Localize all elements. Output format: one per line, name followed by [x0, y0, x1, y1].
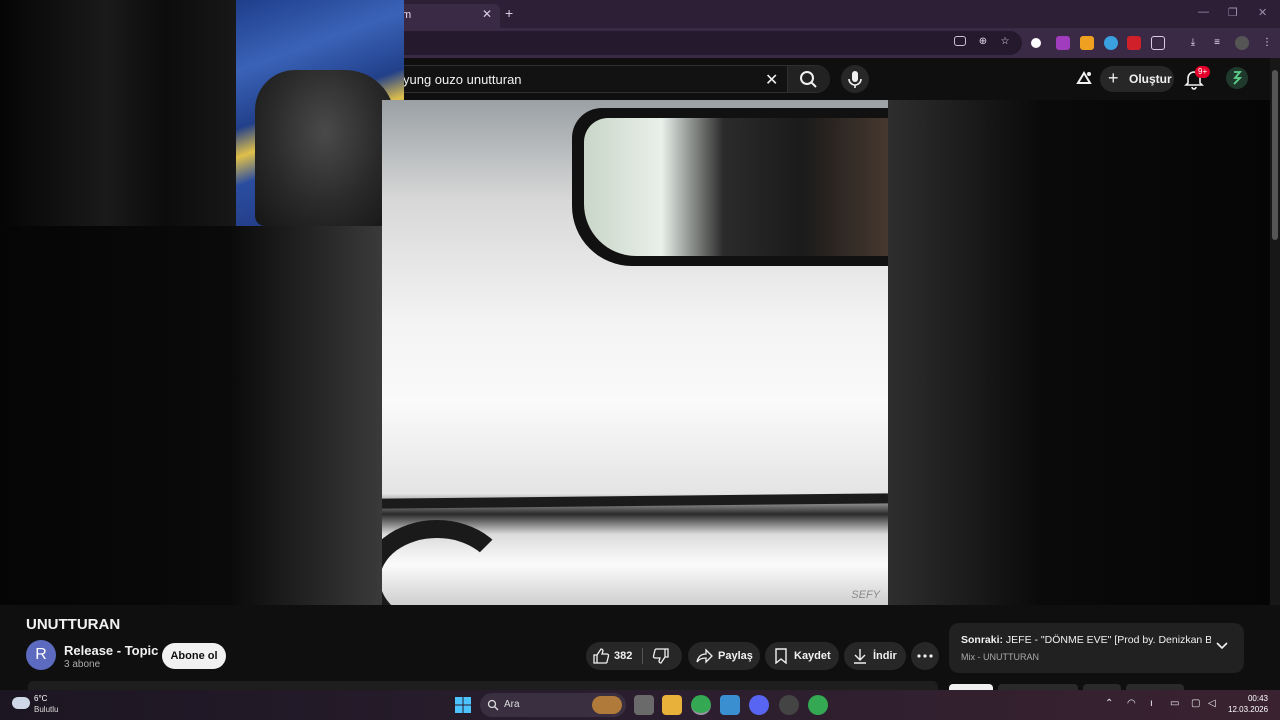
voice-search-button[interactable]: [841, 65, 869, 93]
like-icon[interactable]: [592, 648, 610, 664]
taskbar-search-label: Ara: [504, 699, 520, 710]
new-tab-icon[interactable]: +: [505, 5, 513, 21]
install-app-icon[interactable]: [954, 36, 966, 46]
restore-icon[interactable]: ❐: [1228, 6, 1238, 19]
download-button[interactable]: İndir: [844, 642, 906, 670]
taskbar-search-icon: [487, 699, 499, 711]
address-bar[interactable]: ⊕ ☆: [392, 31, 1022, 55]
windows-taskbar: 6°C Bulutlu Ara ⌃ ◠ ı ▭ ▢ ◁ 00:43 12.03.…: [0, 690, 1280, 720]
plus-icon: +: [1108, 68, 1119, 88]
weather-condition: Bulutlu: [34, 705, 59, 714]
up-next-card[interactable]: Sonraki: JEFE - "DÖNME EVE" [Prod by. De…: [949, 623, 1244, 673]
app-icon[interactable]: [720, 695, 740, 715]
channel-name[interactable]: Release - Topic: [64, 643, 158, 658]
mirror-reflection: [584, 118, 888, 256]
extension-3-icon[interactable]: [1080, 36, 1094, 50]
browser-menu-icon[interactable]: ⋮: [1260, 36, 1274, 50]
up-next-subtitle: Mix - UNUTTURAN: [961, 652, 1039, 662]
steering-wheel: [382, 520, 512, 605]
tray-overflow-icon[interactable]: ⌃: [1105, 698, 1113, 709]
gaming-chair: [255, 70, 395, 226]
up-next-video-title: JEFE - "DÖNME EVE" [Prod by. Denizkan B.…: [1003, 634, 1211, 646]
webcam-overlay: [0, 0, 404, 226]
share-icon: [696, 648, 713, 664]
video-info: UNUTTURAN R Release - Topic 3 abone Abon…: [0, 605, 1280, 690]
share-label: Paylaş: [718, 650, 753, 662]
search-input[interactable]: [403, 72, 743, 87]
download-icon: [854, 649, 866, 664]
task-view-icon[interactable]: [634, 695, 654, 715]
minimize-icon[interactable]: —: [1198, 6, 1209, 18]
search-box: ✕: [394, 65, 830, 93]
account-avatar[interactable]: [1226, 67, 1248, 89]
notification-count-badge: 9+: [1195, 66, 1211, 78]
scroll-thumb[interactable]: [1272, 70, 1278, 240]
clock-date[interactable]: 12.03.2026: [1228, 705, 1268, 714]
extension-4-icon[interactable]: [1104, 36, 1118, 50]
clock-time[interactable]: 00:43: [1240, 694, 1268, 703]
search-icon: [800, 71, 817, 88]
dashboard-edge: [382, 493, 888, 509]
player-right-backdrop: [888, 100, 1270, 605]
more-actions-button[interactable]: [911, 642, 939, 670]
volume-icon[interactable]: ◁: [1208, 698, 1216, 709]
windows-start-icon[interactable]: [455, 697, 471, 713]
up-next-title: Sonraki: JEFE - "DÖNME EVE" [Prod by. De…: [961, 634, 1211, 646]
video-player[interactable]: SEFY: [382, 100, 888, 605]
like-count: 382: [614, 650, 633, 662]
steam-icon[interactable]: [779, 695, 799, 715]
dislike-icon[interactable]: [652, 648, 670, 664]
cloud-icon[interactable]: [12, 697, 30, 709]
taskbar-search[interactable]: Ara: [480, 693, 626, 717]
bookmark-star-icon[interactable]: ☆: [998, 35, 1012, 49]
chrome-profile-icon[interactable]: [808, 695, 828, 715]
network-icon[interactable]: ▢: [1191, 698, 1200, 709]
description-box[interactable]: [28, 681, 938, 690]
bookmark-icon: [775, 648, 787, 664]
rearview-mirror: [572, 108, 888, 266]
account-logo-icon: [1233, 71, 1243, 85]
weather-temperature[interactable]: 6°C: [34, 694, 47, 703]
clear-search-icon[interactable]: ✕: [765, 70, 778, 90]
subscribe-button[interactable]: Abone ol: [162, 643, 226, 669]
chevron-down-icon[interactable]: [1215, 639, 1229, 653]
channel-avatar[interactable]: R: [26, 640, 56, 670]
headset-icon[interactable]: ◠: [1127, 698, 1136, 709]
extension-1-icon[interactable]: [1031, 38, 1041, 48]
zoom-icon[interactable]: ⊕: [976, 35, 990, 49]
share-button[interactable]: Paylaş: [688, 642, 760, 670]
save-label: Kaydet: [794, 650, 831, 662]
extension-2-icon[interactable]: [1056, 36, 1070, 50]
browser-tab[interactable]: m ✕: [392, 4, 500, 28]
more-dots-icon: [917, 654, 933, 658]
extension-5-icon[interactable]: [1127, 36, 1141, 50]
chrome-icon[interactable]: [691, 695, 711, 715]
create-label: Oluştur: [1129, 72, 1172, 86]
search-highlight-icon: [592, 696, 622, 714]
search-button[interactable]: [787, 66, 830, 92]
window-close-icon[interactable]: ✕: [1258, 6, 1267, 19]
profile-avatar-icon[interactable]: [1235, 36, 1249, 50]
downloads-icon[interactable]: ⤓: [1186, 36, 1200, 50]
microphone-icon: [848, 71, 862, 88]
up-next-prefix: Sonraki:: [961, 634, 1004, 646]
curtain: [0, 0, 236, 226]
like-dislike-group: 382: [586, 642, 682, 670]
subscriber-count: 3 abone: [64, 659, 101, 670]
download-label: İndir: [873, 650, 897, 662]
mic-tray-icon[interactable]: ı: [1150, 698, 1153, 709]
create-button[interactable]: + Oluştur: [1100, 66, 1174, 92]
ai-sparkle-icon[interactable]: [1074, 69, 1094, 89]
tab-close-icon[interactable]: ✕: [482, 7, 492, 21]
like-divider: [642, 648, 643, 664]
file-explorer-icon[interactable]: [662, 695, 682, 715]
page-scrollbar[interactable]: [1270, 58, 1280, 690]
reading-list-icon[interactable]: ≡: [1210, 36, 1224, 50]
keyboard-icon[interactable]: ▭: [1170, 698, 1179, 709]
extensions-puzzle-icon[interactable]: [1151, 36, 1165, 50]
discord-icon[interactable]: [749, 695, 769, 715]
video-watermark: SEFY: [851, 589, 880, 601]
video-title: UNUTTURAN: [26, 616, 121, 633]
save-button[interactable]: Kaydet: [765, 642, 839, 670]
